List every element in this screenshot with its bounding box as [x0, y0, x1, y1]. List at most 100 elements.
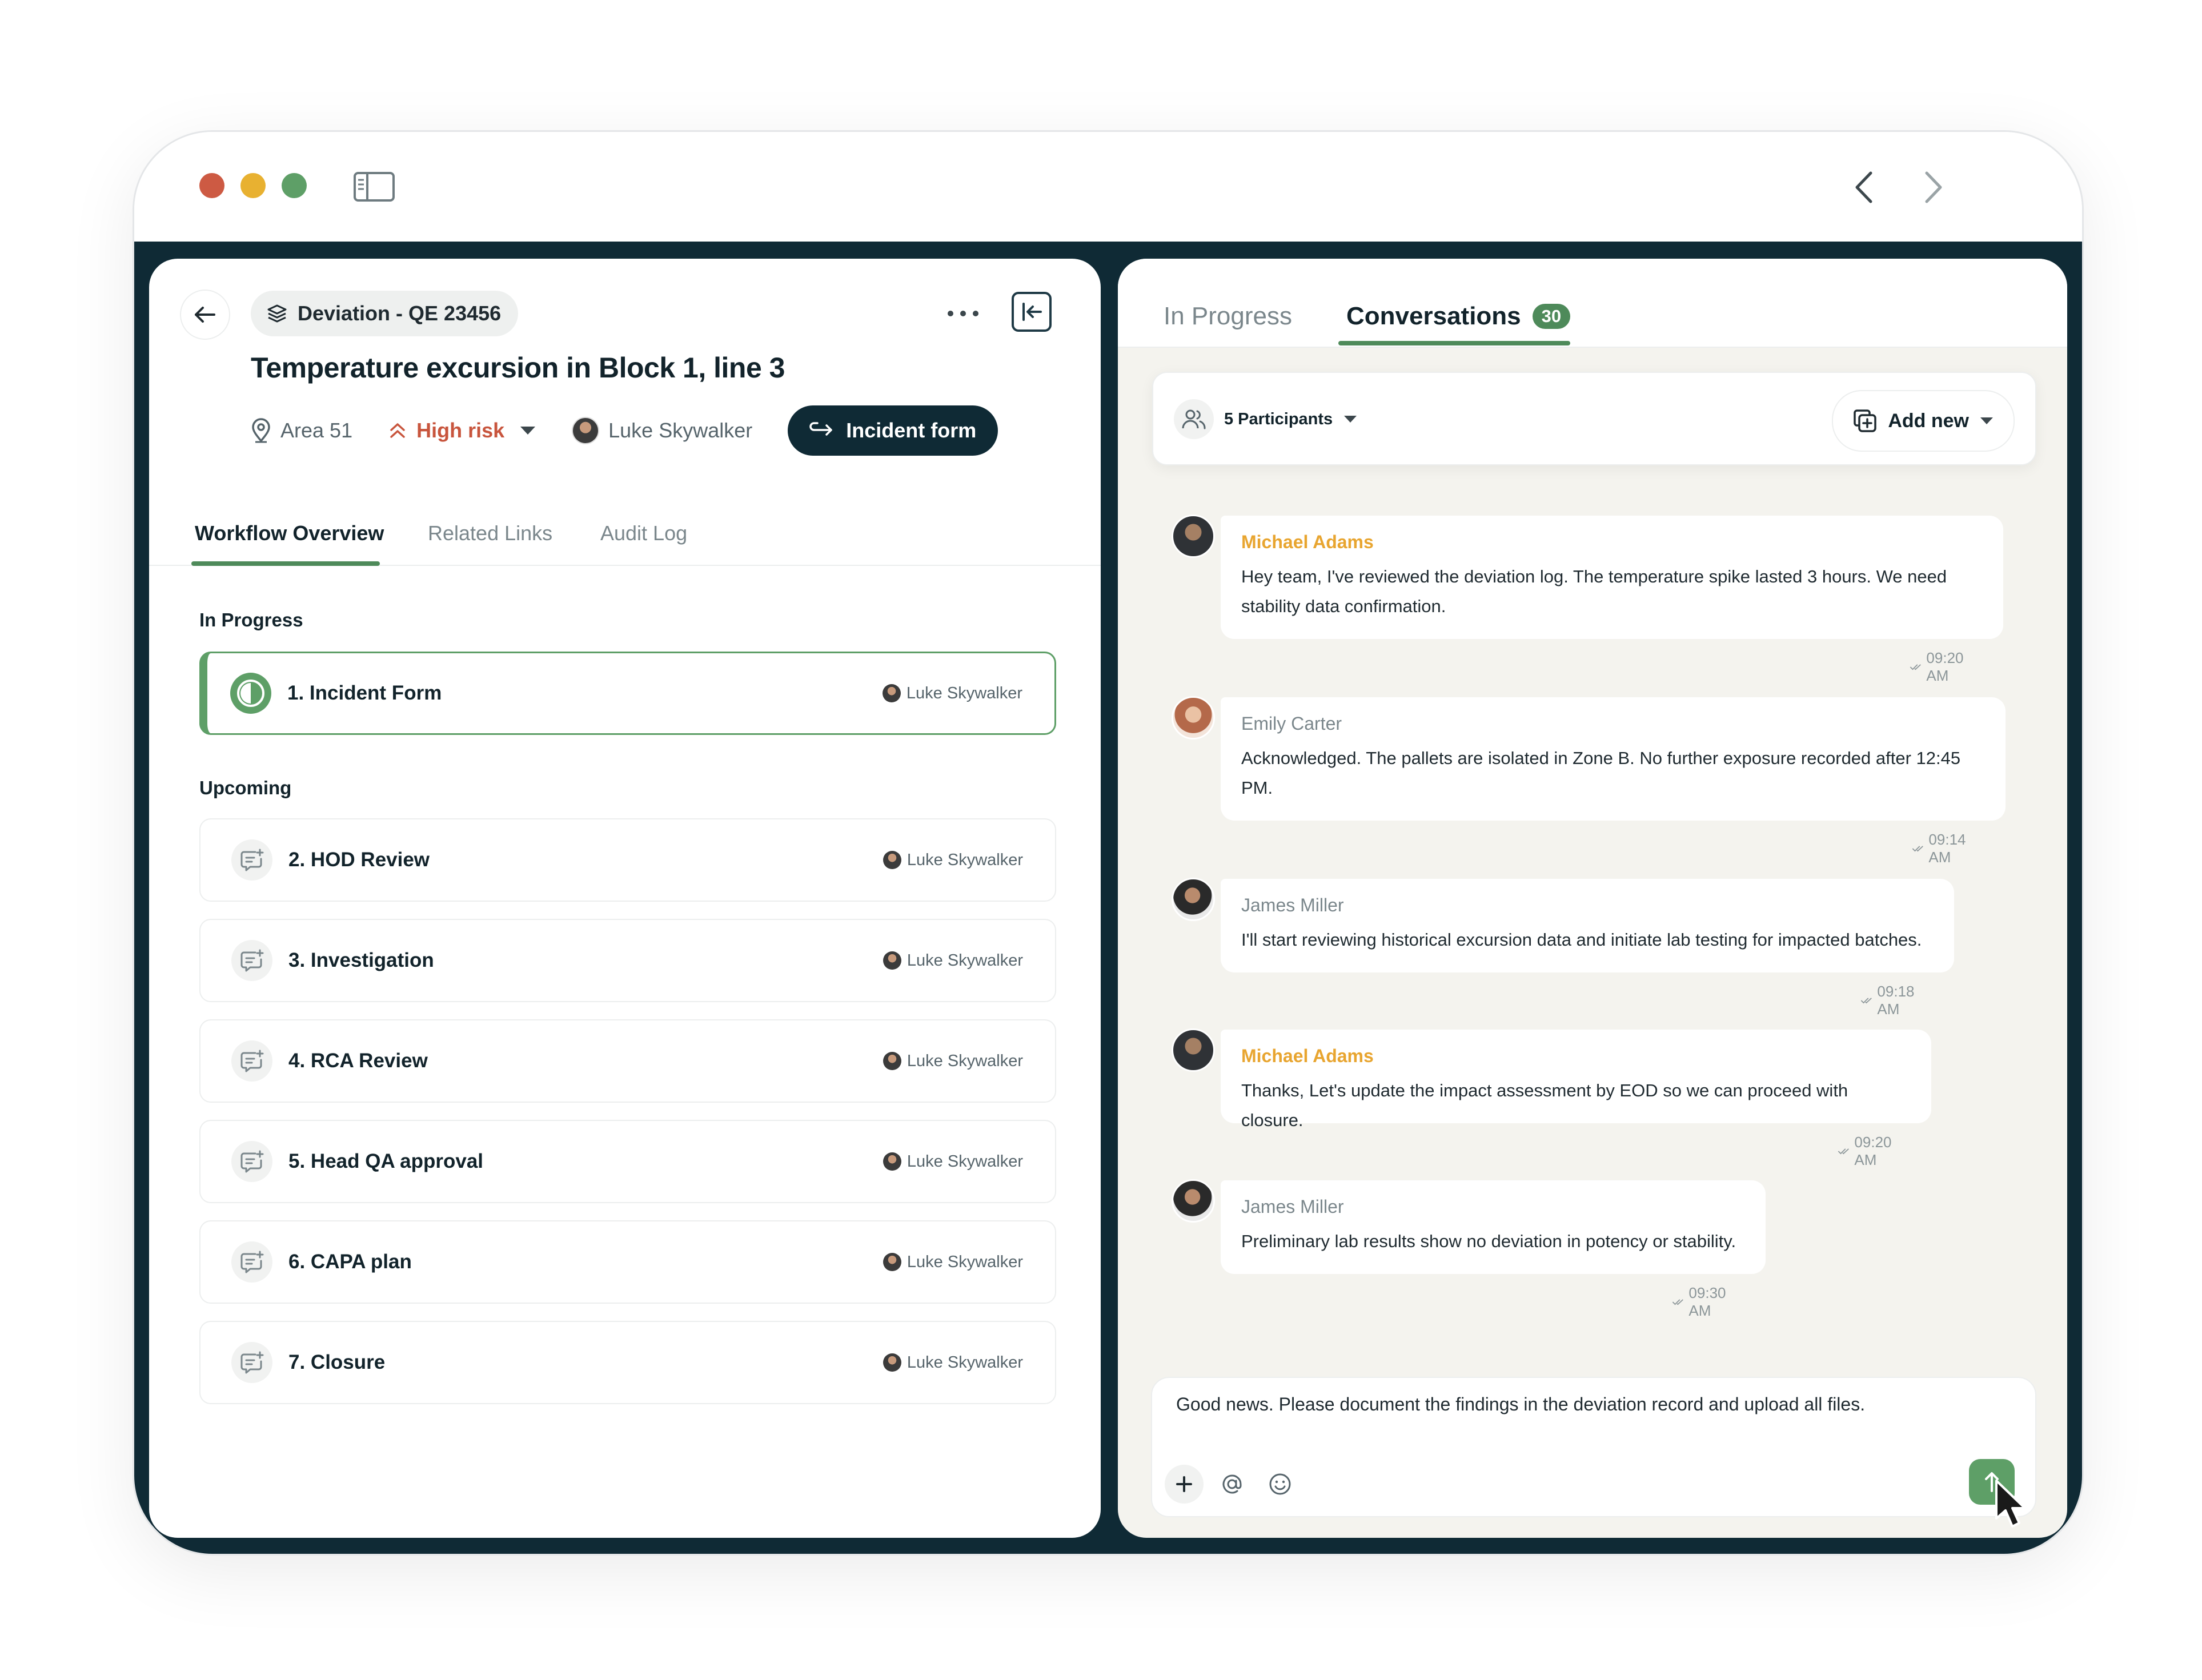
meta-row: Area 51 High risk Luke Skywalker Inciden…	[251, 405, 998, 456]
message-plus-icon	[231, 1040, 272, 1082]
upcoming-heading: Upcoming	[199, 777, 292, 798]
message-sender: Michael Adams	[1241, 532, 1374, 552]
message-plus-icon	[231, 940, 272, 981]
document-chip[interactable]: Deviation - QE 23456	[251, 291, 519, 336]
avatar	[883, 1253, 901, 1271]
composer-input[interactable]: Good news. Please document the findings …	[1176, 1394, 1865, 1415]
step-title: 4. RCA Review	[288, 1050, 428, 1072]
avatar	[1172, 696, 1215, 739]
map-pin-icon	[252, 418, 270, 443]
app-stage: Deviation - QE 23456 Temperature excursi…	[134, 242, 2082, 1554]
tab-conversations[interactable]: Conversations 30	[1346, 302, 1571, 331]
step-owner-name: Luke Skywalker	[907, 1353, 1023, 1372]
add-new-button[interactable]: Add new	[1832, 390, 2015, 452]
tab-related-links[interactable]: Related Links	[428, 521, 552, 545]
message-sender: Emily Carter	[1241, 713, 1342, 734]
avatar	[883, 1052, 901, 1070]
step-capa-plan[interactable]: 6. CAPA plan Luke Skywalker	[199, 1220, 1056, 1304]
message-composer[interactable]: Good news. Please document the findings …	[1151, 1377, 2036, 1528]
chevron-right-icon[interactable]	[1915, 167, 1950, 207]
at-sign-icon	[1222, 1474, 1242, 1494]
message-bubble: James Miller Preliminary lab results sho…	[1221, 1180, 1766, 1274]
plus-icon	[1176, 1476, 1192, 1492]
step-closure[interactable]: 7. Closure Luke Skywalker	[199, 1321, 1056, 1404]
double-check-icon	[1910, 664, 1921, 670]
title-bar	[134, 132, 2082, 242]
half-circle-icon	[230, 673, 271, 714]
step-head-qa-approval[interactable]: 5. Head QA approval Luke Skywalker	[199, 1120, 1056, 1203]
step-title: 3. Investigation	[288, 949, 434, 971]
owner-meta[interactable]: Luke Skywalker	[572, 417, 752, 444]
add-new-label: Add new	[1888, 409, 1969, 432]
attach-button[interactable]	[1165, 1465, 1204, 1504]
step-hod-review[interactable]: 2. HOD Review Luke Skywalker	[199, 818, 1056, 902]
message-sender: James Miller	[1241, 895, 1344, 915]
step-incident-form[interactable]: 1. Incident Form Luke Skywalker	[199, 652, 1056, 735]
message-plus-icon	[231, 1141, 272, 1182]
step-title: 2. HOD Review	[288, 849, 430, 871]
chevrons-up-icon	[390, 423, 405, 438]
message-text: I'll start reviewing historical excursio…	[1241, 930, 1922, 950]
document-id: Deviation - QE 23456	[298, 302, 502, 325]
smile-icon	[1269, 1473, 1291, 1495]
in-progress-heading: In Progress	[199, 609, 303, 630]
step-owner: Luke Skywalker	[883, 1353, 1023, 1372]
step-title: 7. Closure	[288, 1351, 386, 1373]
caret-down-icon	[1980, 417, 1993, 424]
location-text: Area 51	[280, 419, 353, 442]
sidebar-toggle-icon[interactable]	[354, 172, 395, 202]
mouse-cursor-icon	[1995, 1480, 2026, 1528]
avatar	[883, 1152, 901, 1171]
step-owner: Luke Skywalker	[883, 951, 1023, 970]
step-investigation[interactable]: 3. Investigation Luke Skywalker	[199, 919, 1056, 1002]
message-plus-icon	[231, 1342, 272, 1383]
app-window: Deviation - QE 23456 Temperature excursi…	[133, 130, 2084, 1556]
step-owner-name: Luke Skywalker	[907, 1252, 1023, 1271]
more-options-button[interactable]	[937, 296, 989, 331]
conversation-panel: In Progress Conversations 30 5 Participa…	[1118, 259, 2067, 1538]
close-window-button[interactable]	[199, 173, 224, 198]
step-owner-name: Luke Skywalker	[906, 684, 1022, 702]
page-title: Temperature excursion in Block 1, line 3	[251, 352, 785, 384]
maximize-window-button[interactable]	[282, 173, 307, 198]
step-owner: Luke Skywalker	[882, 684, 1022, 703]
message-sender: James Miller	[1241, 1196, 1344, 1217]
step-owner-name: Luke Skywalker	[907, 1152, 1023, 1171]
workflow-panel: Deviation - QE 23456 Temperature excursi…	[149, 259, 1101, 1538]
mention-button[interactable]	[1213, 1465, 1252, 1504]
tab-conversations-label: Conversations	[1346, 302, 1521, 330]
owner-name: Luke Skywalker	[608, 419, 753, 442]
more-horizontal-icon	[948, 311, 978, 316]
message-time: 09:14 AM	[1928, 831, 1966, 866]
avatar	[1172, 1179, 1215, 1223]
emoji-button[interactable]	[1261, 1465, 1299, 1504]
tab-audit-log[interactable]: Audit Log	[600, 521, 687, 545]
message-bubble: Michael Adams Hey team, I've reviewed th…	[1221, 516, 2003, 639]
active-tab-indicator	[191, 561, 380, 566]
tab-workflow-overview[interactable]: Workflow Overview	[195, 521, 384, 545]
collapse-left-icon	[1022, 303, 1042, 321]
step-title: 1. Incident Form	[287, 682, 442, 704]
minimize-window-button[interactable]	[240, 173, 266, 198]
participants-dropdown[interactable]: 5 Participants	[1174, 399, 1358, 439]
step-title: 6. CAPA plan	[288, 1251, 412, 1273]
caret-down-icon	[1344, 416, 1357, 423]
caret-down-icon	[520, 427, 536, 435]
message-text: Preliminary lab results show no deviatio…	[1241, 1231, 1736, 1251]
users-icon	[1174, 399, 1214, 439]
collapse-panel-button[interactable]	[1012, 292, 1052, 332]
message-time: 09:20 AM	[1854, 1134, 1892, 1168]
step-owner-name: Luke Skywalker	[907, 951, 1023, 970]
tab-in-progress[interactable]: In Progress	[1164, 302, 1292, 331]
step-rca-review[interactable]: 4. RCA Review Luke Skywalker	[199, 1019, 1056, 1103]
chevron-left-icon[interactable]	[1848, 167, 1882, 207]
risk-dropdown[interactable]: High risk	[388, 419, 536, 443]
message-sender: Michael Adams	[1241, 1046, 1374, 1066]
message-timestamp: 09:20 AM	[1838, 1134, 1898, 1169]
message-timestamp: 09:18 AM	[1860, 983, 1920, 1018]
message-text: Hey team, I've reviewed the deviation lo…	[1241, 566, 1947, 616]
message-timestamp: 09:30 AM	[1672, 1284, 1732, 1320]
back-button[interactable]	[180, 290, 230, 340]
message-time: 09:18 AM	[1877, 983, 1915, 1018]
incident-form-button[interactable]: Incident form	[788, 405, 998, 456]
